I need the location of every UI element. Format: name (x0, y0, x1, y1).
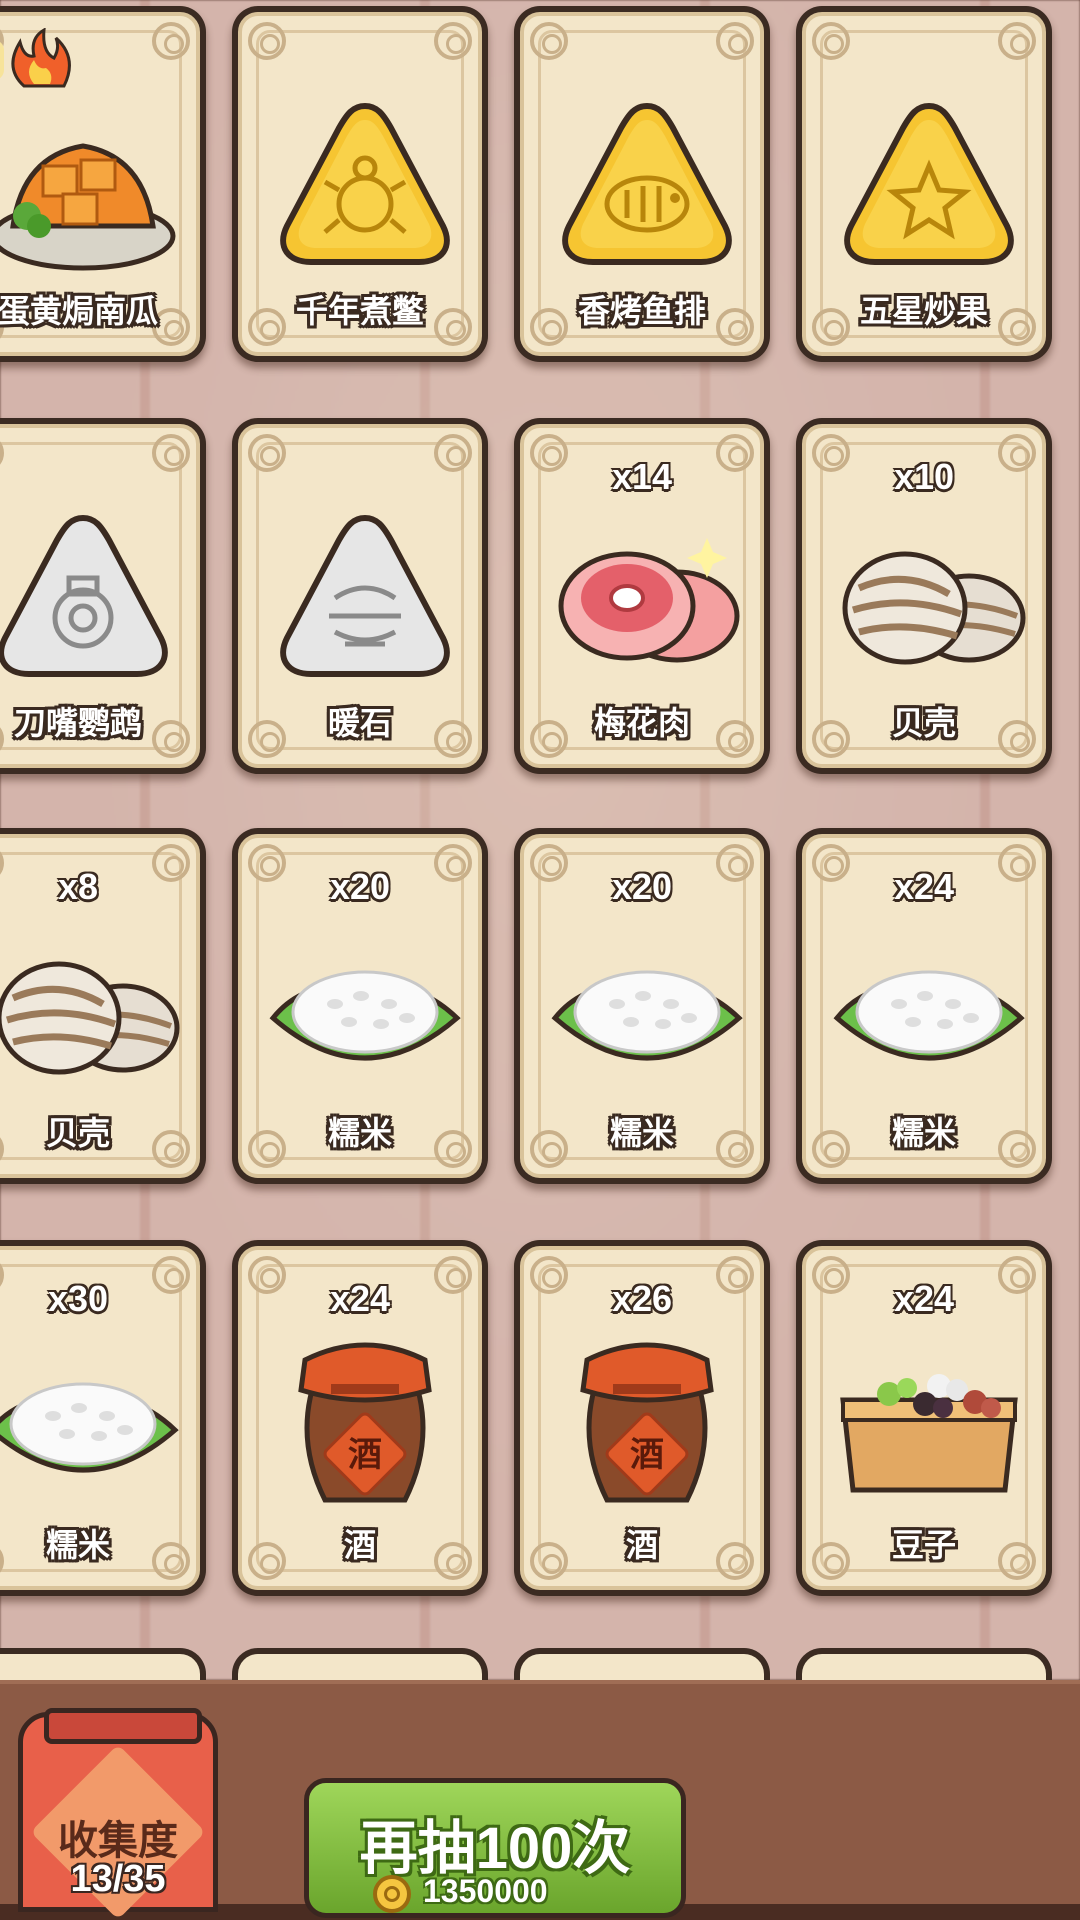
card-face: 刀嘴鹦鹉 (0, 424, 200, 768)
card-name: 糯米 (45, 1527, 110, 1563)
collection-count: 13/35 (70, 1858, 166, 1900)
item-card[interactable]: x30 糯米 (0, 1240, 206, 1596)
card-name: 贝壳 (45, 1115, 110, 1151)
card-face: x8 贝壳 (0, 834, 200, 1178)
card-quantity: x24 (893, 1278, 955, 1319)
corner-swirl (248, 22, 286, 60)
card-name: 梅花肉 (593, 705, 690, 741)
wine-jar-icon: 酒 (262, 1320, 468, 1520)
corner-swirl (152, 22, 190, 60)
item-card[interactable]: x24 糯米 (796, 828, 1052, 1184)
card-name: 五星炒果 (859, 293, 988, 329)
collection-progress-button[interactable]: 收集度 13/35 (18, 1708, 218, 1920)
coin-icon (373, 1875, 411, 1913)
shell-icon (0, 908, 186, 1108)
item-card[interactable]: 蛋黄焗南瓜 新 (0, 6, 206, 362)
wine-jar-label: 酒 (630, 1435, 664, 1475)
corner-swirl (434, 434, 472, 472)
card-face: 千年煮鳖 (238, 12, 482, 356)
item-card[interactable]: 酒 x26 酒 (514, 1240, 770, 1596)
fire-icon (0, 27, 94, 88)
card-name: 糯米 (891, 1115, 956, 1151)
beans-box-icon (826, 1320, 1032, 1520)
card-name: 贝壳 (891, 705, 956, 741)
corner-swirl (434, 22, 472, 60)
card-face: 五星炒果 (802, 12, 1046, 356)
item-card[interactable]: x14 梅花肉 (514, 418, 770, 774)
card-quantity: x10 (893, 456, 955, 497)
card-face: x14 梅花肉 (520, 424, 764, 768)
locked-turtle-icon (262, 86, 468, 286)
locked-fish-icon (544, 86, 750, 286)
card-face: 酒 x24 酒 (238, 1246, 482, 1590)
card-name: 香烤鱼排 (577, 293, 706, 329)
collection-jar-lid (44, 1708, 202, 1744)
item-card[interactable]: 香烤鱼排 (514, 6, 770, 362)
item-card[interactable]: x8 贝壳 (0, 828, 206, 1184)
shell-icon (826, 498, 1032, 698)
item-card[interactable]: 千年煮鳖 (232, 6, 488, 362)
card-quantity: x20 (329, 866, 391, 907)
corner-swirl (248, 434, 286, 472)
card-face: 香烤鱼排 (520, 12, 764, 356)
corner-swirl (998, 22, 1036, 60)
card-name: 暖石 (327, 705, 392, 741)
card-name: 酒 (343, 1527, 376, 1563)
card-face: x24 糯米 (802, 834, 1046, 1178)
card-face: x10 贝壳 (802, 424, 1046, 768)
card-name: 蛋黄焗南瓜 (0, 293, 158, 329)
rice-icon (262, 908, 468, 1108)
card-name: 糯米 (327, 1115, 392, 1151)
item-card[interactable]: 五星炒果 (796, 6, 1052, 362)
card-name: 豆子 (891, 1527, 956, 1563)
rice-icon (826, 908, 1032, 1108)
item-card[interactable]: x20 糯米 (232, 828, 488, 1184)
pumpkin-dish-icon (0, 86, 186, 286)
item-card[interactable]: x20 糯米 (514, 828, 770, 1184)
corner-swirl (0, 434, 4, 472)
card-face: x20 糯米 (238, 834, 482, 1178)
meat-icon (544, 498, 750, 698)
rice-icon (544, 908, 750, 1108)
item-card[interactable]: 酒 x24 酒 (232, 1240, 488, 1596)
locked-stone-icon (262, 498, 468, 698)
card-name: 酒 (625, 1527, 658, 1563)
card-quantity: x8 (57, 866, 99, 907)
card-quantity: x30 (47, 1278, 109, 1319)
corner-swirl (530, 22, 568, 60)
card-quantity: x20 (611, 866, 673, 907)
corner-swirl (716, 22, 754, 60)
card-quantity: x24 (329, 1278, 391, 1319)
card-quantity: x14 (611, 456, 673, 497)
card-face: 酒 x26 酒 (520, 1246, 764, 1590)
card-name: 千年煮鳖 (295, 293, 424, 329)
locked-parrot-icon (0, 498, 186, 698)
card-face: x20 糯米 (520, 834, 764, 1178)
card-face: 蛋黄焗南瓜 新 (0, 12, 200, 356)
card-face: x30 糯米 (0, 1246, 200, 1590)
card-quantity: x26 (611, 1278, 673, 1319)
draw-cost: 1350000 (423, 1873, 548, 1909)
card-name: 糯米 (609, 1115, 674, 1151)
item-card[interactable]: 刀嘴鹦鹉 (0, 418, 206, 774)
rice-icon (0, 1320, 186, 1520)
item-card[interactable]: x24 豆子 (796, 1240, 1052, 1596)
wine-jar-label: 酒 (348, 1435, 382, 1475)
card-face: x24 豆子 (802, 1246, 1046, 1590)
card-face: 暖石 (238, 424, 482, 768)
item-card[interactable]: 暖石 (232, 418, 488, 774)
draw-again-button[interactable]: 再抽100次 1350000 (304, 1778, 686, 1918)
corner-swirl (152, 434, 190, 472)
wine-jar-icon: 酒 (544, 1320, 750, 1520)
item-card[interactable]: x10 贝壳 (796, 418, 1052, 774)
corner-swirl (812, 22, 850, 60)
card-name: 刀嘴鹦鹉 (13, 705, 142, 741)
locked-star-icon (826, 86, 1032, 286)
card-quantity: x24 (893, 866, 955, 907)
